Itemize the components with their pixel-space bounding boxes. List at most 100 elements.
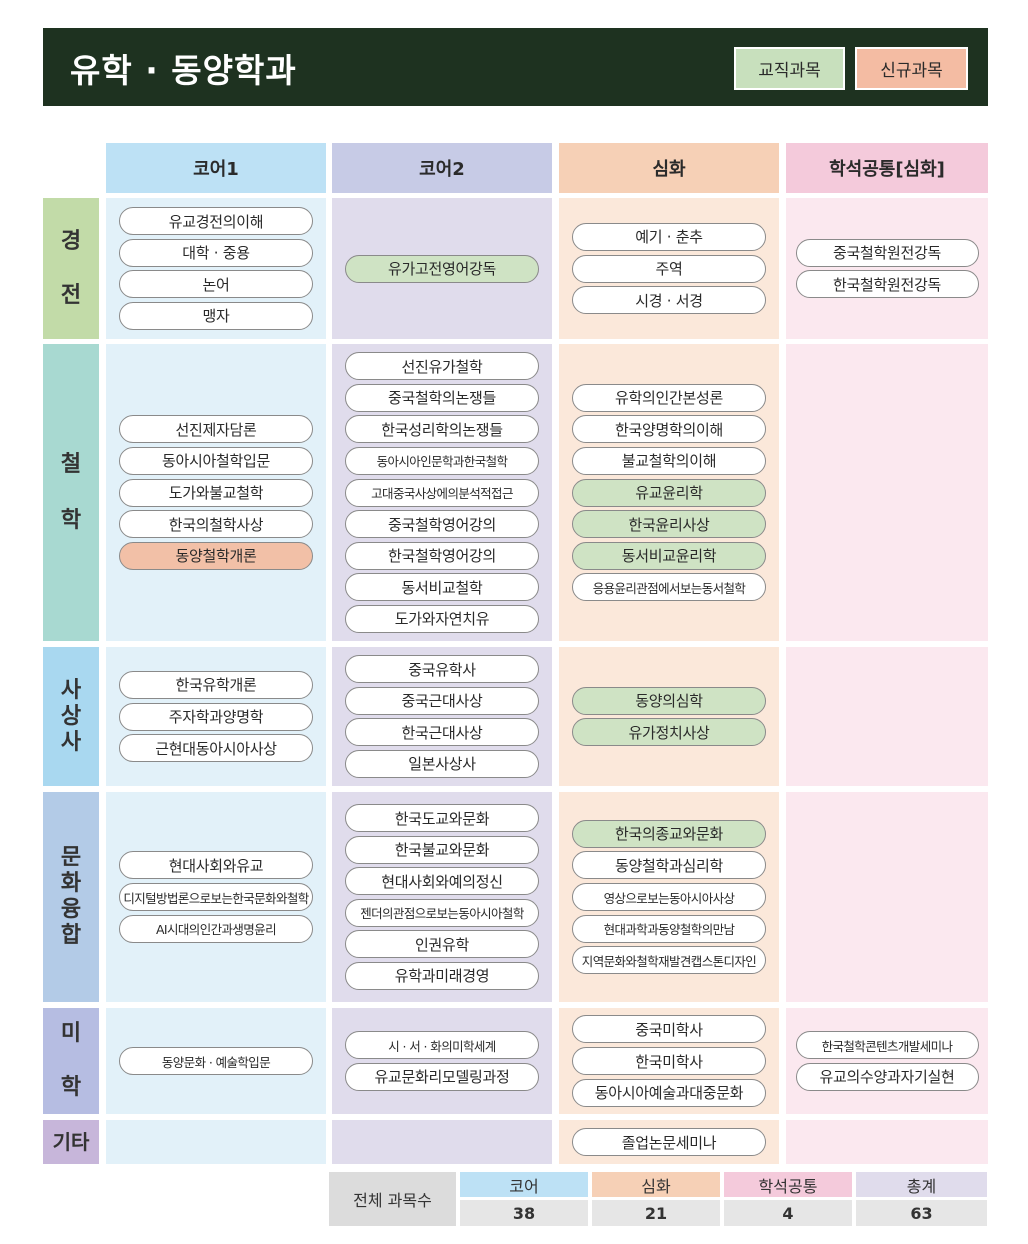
course-pill[interactable]: 중국근대사상 <box>345 686 539 715</box>
course-pill[interactable]: 동아시아예술과대중문화 <box>572 1078 766 1107</box>
course-cell: 한국의종교와문화동양철학과심리학영상으로보는동아시아사상현대과학과동양철학의만남… <box>559 792 779 1002</box>
course-pill[interactable]: 졸업논문세미나 <box>572 1128 766 1156</box>
course-pill[interactable]: 응용윤리관점에서보는동서철학 <box>572 573 766 602</box>
row-label-char: 융 <box>60 897 82 922</box>
course-pill[interactable]: 한국의종교와문화 <box>572 819 766 848</box>
course-pill[interactable]: 영상으로보는동아시아사상 <box>572 883 766 911</box>
course-pill[interactable]: 맹자 <box>119 301 313 330</box>
course-cell: 한국도교와문화 한국불교와문화현대사회와예의정신 젠더의관점으로보는동아시아철학인권… <box>332 792 552 1002</box>
course-pill[interactable]: 중국미학사 <box>572 1015 766 1044</box>
course-cell: 동양문화 · 예술학입문 <box>106 1008 326 1114</box>
course-pill[interactable]: 지역문화와철학재발견캡스톤디자인 <box>572 946 766 975</box>
row-label-char: 학 <box>60 507 82 533</box>
course-pill[interactable]: 한국철학콘텐츠개발세미나 <box>795 1031 979 1060</box>
row-label-char: 기타 <box>52 1130 90 1154</box>
row-label-char: 문 <box>60 845 82 870</box>
summary-value: 38 <box>460 1200 588 1226</box>
course-pill[interactable]: 도가와자연치유 <box>345 604 539 633</box>
column-header-1: 코어1 <box>106 143 326 193</box>
course-pill[interactable]: 중국철학영어강의 <box>345 510 539 539</box>
course-pill[interactable]: 한국근대사상 <box>345 718 539 747</box>
course-pill[interactable]: 한국의철학사상 <box>119 510 313 539</box>
page-title: 유학 · 동양학과 <box>70 51 297 90</box>
course-pill[interactable]: 동양문화 · 예술학입문 <box>119 1047 313 1075</box>
course-pill[interactable]: 유가고전영어강독 <box>345 254 539 283</box>
row-label-char: 사 <box>60 677 82 703</box>
course-pill[interactable]: 주자학과양명학 <box>119 702 313 731</box>
course-pill[interactable]: 시경 · 서경 <box>572 286 766 315</box>
column-header-2: 코어2 <box>332 143 552 193</box>
row-label-char: 학 <box>60 1075 82 1100</box>
course-pill[interactable]: 중국철학의논쟁들 <box>345 383 539 412</box>
row-label-char: 사 <box>60 729 82 755</box>
row-label: 경전 <box>43 198 99 339</box>
course-pill[interactable]: 동양철학과심리학 <box>572 851 766 880</box>
course-pill[interactable]: 한국불교와문화 <box>345 835 539 864</box>
column-header-4: 학석공통[심화] <box>786 143 988 193</box>
course-pill[interactable]: 주역 <box>572 254 766 283</box>
course-pill[interactable]: 중국철학원전강독 <box>795 238 979 267</box>
course-cell: 한국유학개론주자학과양명학근현대동아시아사상 <box>106 647 326 786</box>
row-label: 문화융합 <box>43 792 99 1002</box>
course-pill[interactable]: 디지털방법론으로보는한국문화와철학 <box>119 883 313 911</box>
course-cell: 중국미학사한국미학사동아시아예술과대중문화 <box>559 1008 779 1114</box>
course-pill[interactable]: AI시대의인간과생명윤리 <box>119 914 313 943</box>
course-pill[interactable]: 한국윤리사상 <box>572 510 766 539</box>
course-pill[interactable]: 현대과학과동양철학의만남 <box>572 914 766 943</box>
course-pill[interactable]: 불교철학의이해 <box>572 446 766 475</box>
summary-header: 심화 <box>592 1172 720 1197</box>
course-pill[interactable]: 유학과미래경영 <box>345 961 539 990</box>
course-pill[interactable]: 현대사회와예의정신 <box>345 867 539 896</box>
course-pill[interactable]: 유학의인간본성론 <box>572 383 766 412</box>
course-pill[interactable]: 동양의심학 <box>572 686 766 715</box>
course-pill[interactable]: 유가정치사상 <box>572 718 766 747</box>
course-pill[interactable]: 한국성리학의논쟁들 <box>345 415 539 444</box>
row-label: 사상사 <box>43 647 99 786</box>
course-cell: 중국철학원전강독한국철학원전강독 <box>786 198 988 339</box>
course-pill[interactable]: 한국양명학의이해 <box>572 415 766 444</box>
course-cell: 유학의인간본성론한국양명학의이해 불교철학의이해유교윤리학한국윤리사상 동서비교윤리… <box>559 344 779 641</box>
row-label: 기타 <box>43 1120 99 1164</box>
course-pill[interactable]: 한국철학원전강독 <box>795 270 979 299</box>
course-pill[interactable]: 논어 <box>119 270 313 299</box>
row-label: 미학 <box>43 1008 99 1114</box>
course-pill[interactable]: 현대사회와유교 <box>119 851 313 880</box>
course-pill[interactable]: 일본사상사 <box>345 749 539 778</box>
course-pill[interactable]: 동아시아철학입문 <box>119 446 313 475</box>
row-label-char: 화 <box>60 871 82 896</box>
course-pill[interactable]: 한국철학영어강의 <box>345 541 539 570</box>
course-pill[interactable]: 유교의수양과자기실현 <box>795 1062 979 1091</box>
legend-teaching-courses: 교직과목 <box>734 47 845 90</box>
course-pill[interactable]: 선진제자담론 <box>119 415 313 444</box>
course-cell: 한국철학콘텐츠개발세미나 유교의수양과자기실현 <box>786 1008 988 1114</box>
course-pill[interactable]: 대학 · 중용 <box>119 238 313 267</box>
course-pill[interactable]: 선진유가철학 <box>345 352 539 381</box>
course-cell: 현대사회와유교디지털방법론으로보는한국문화와철학 AI시대의인간과생명윤리 <box>106 792 326 1002</box>
row-label-char: 철 <box>60 451 82 477</box>
course-cell <box>332 1120 552 1164</box>
course-pill[interactable]: 유교윤리학 <box>572 478 766 507</box>
legend-new-courses: 신규과목 <box>855 47 968 90</box>
course-pill[interactable]: 예기 · 춘추 <box>572 222 766 251</box>
course-pill[interactable]: 동양철학개론 <box>119 541 313 570</box>
course-pill[interactable]: 동아시아인문학과한국철학 <box>345 446 539 475</box>
course-pill[interactable]: 고대중국사상에의분석적접근 <box>345 478 539 507</box>
course-pill[interactable]: 젠더의관점으로보는동아시아철학 <box>345 898 539 927</box>
course-pill[interactable]: 한국미학사 <box>572 1047 766 1075</box>
course-pill[interactable]: 동서비교철학 <box>345 573 539 602</box>
course-pill[interactable]: 한국유학개론 <box>119 670 313 699</box>
course-pill[interactable]: 중국유학사 <box>345 655 539 684</box>
course-pill[interactable]: 유교문화리모델링과정 <box>345 1062 539 1091</box>
course-pill[interactable]: 동서비교윤리학 <box>572 541 766 570</box>
course-pill[interactable]: 시 · 서 · 화의미학세계 <box>345 1031 539 1060</box>
course-pill[interactable]: 한국도교와문화 <box>345 804 539 833</box>
course-pill[interactable]: 근현대동아시아사상 <box>119 734 313 763</box>
course-pill[interactable]: 유교경전의이해 <box>119 207 313 236</box>
course-pill[interactable]: 인권유학 <box>345 930 539 959</box>
row-label-char: 전 <box>60 282 82 308</box>
row-label: 철학 <box>43 344 99 641</box>
row-label-char: 미 <box>60 1021 82 1046</box>
course-pill[interactable]: 도가와불교철학 <box>119 478 313 507</box>
row-label-char: 경 <box>60 228 82 254</box>
course-cell: 예기 · 춘추주역시경 · 서경 <box>559 198 779 339</box>
